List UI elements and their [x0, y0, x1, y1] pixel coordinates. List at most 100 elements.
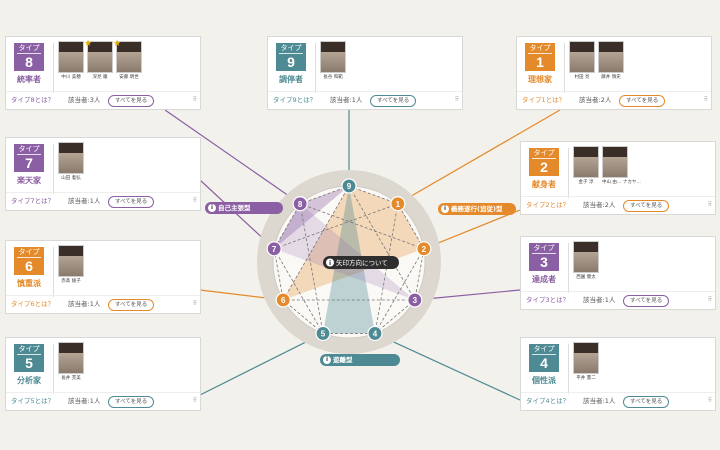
see-all-button[interactable]: すべてを見る	[108, 95, 155, 107]
see-all-button[interactable]: すべてを見る	[619, 95, 666, 107]
type-card-6[interactable]: タイプ 6 慎重派 赤髙 綾子 タイプ6とは？ 該当者:1人 すべてを見る ⠿	[5, 240, 201, 314]
divider	[53, 144, 54, 194]
see-all-button[interactable]: すべてを見る	[108, 299, 155, 311]
type-info-link[interactable]: タイプ4とは？	[526, 393, 569, 410]
resize-handle-icon[interactable]: ⠿	[708, 291, 712, 308]
node-label-1: 1	[396, 200, 401, 209]
member-photo	[569, 41, 595, 73]
direction-pill-2[interactable]: i 遊離型	[320, 354, 400, 366]
divider	[564, 43, 565, 93]
node-label-5: 5	[321, 329, 326, 338]
resize-handle-icon[interactable]: ⠿	[708, 392, 712, 409]
resize-handle-icon[interactable]: ⠿	[193, 91, 197, 108]
member[interactable]: 中川 美穂	[58, 41, 84, 80]
type-card-3[interactable]: タイプ 3 達成者 西園 健太 タイプ3とは？ 該当者:1人 すべてを見る ⠿	[520, 236, 716, 310]
photo-hair	[59, 343, 83, 353]
type-badge-number: 9	[279, 53, 303, 70]
member[interactable]: 赤髙 綾子	[58, 245, 84, 284]
type-info-link[interactable]: タイプ3とは？	[526, 292, 569, 309]
resize-handle-icon[interactable]: ⠿	[455, 91, 459, 108]
type-badge-label: タイプ	[18, 346, 40, 353]
member[interactable]: 金子 淳	[573, 146, 599, 185]
photo-hair	[574, 242, 598, 252]
resize-handle-icon[interactable]: ⠿	[193, 295, 197, 312]
member-count: 該当者:1人	[583, 397, 616, 405]
see-all-button[interactable]: すべてを見る	[623, 295, 670, 307]
member-count: 該当者:1人	[68, 197, 101, 205]
type-info-link[interactable]: タイプ7とは？	[11, 193, 54, 210]
photo-hair	[59, 143, 83, 153]
member-name: 長谷 和範	[323, 75, 343, 80]
see-all-button[interactable]: すべてを見る	[370, 95, 417, 107]
type-info-link[interactable]: タイプ8とは？	[11, 92, 54, 109]
node-label-7: 7	[272, 245, 277, 254]
member[interactable]: 西園 健太	[573, 241, 599, 280]
type-badge-number: 5	[17, 354, 41, 371]
photo-hair	[574, 343, 598, 353]
type-badge-number: 6	[17, 257, 41, 274]
see-all-button[interactable]: すべてを見る	[623, 396, 670, 408]
type-info-link[interactable]: タイプ6とは？	[11, 296, 54, 313]
member[interactable]: ★ 深見 瞳	[84, 39, 113, 80]
resize-handle-icon[interactable]: ⠿	[193, 392, 197, 409]
type-card-8[interactable]: タイプ 8 統率者 中川 美穂 ★ 深見 瞳 ★ 安藤 明世 タイプ8とは？ 該当者:3人 すべてを…	[5, 36, 201, 110]
resize-handle-icon[interactable]: ⠿	[708, 196, 712, 213]
type-badge-label: タイプ	[18, 45, 40, 52]
divider	[568, 148, 569, 198]
type-badge: タイプ 4	[529, 344, 559, 372]
member[interactable]: 長井 芙美	[58, 342, 84, 381]
node-label-9: 9	[347, 182, 352, 191]
see-all-button[interactable]: すべてを見る	[108, 396, 155, 408]
member[interactable]: 山田 着弘	[58, 142, 84, 181]
member-count: 該当者:1人	[583, 296, 616, 304]
type-card-1[interactable]: タイプ 1 理想家 村田 亮 藤井 慎史 タイプ1とは？ 該当者:2人 すべてを見る ⠿	[516, 36, 712, 110]
type-info-link[interactable]: タイプ2とは？	[526, 197, 569, 214]
card-footer: タイプ5とは？ 該当者:1人 すべてを見る ⠿	[6, 392, 200, 410]
type-badge: タイプ 9	[276, 43, 306, 71]
member-photo	[573, 241, 599, 273]
type-card-4[interactable]: タイプ 4 個性派 平井 憲二 タイプ4とは？ 該当者:1人 すべてを見る ⠿	[520, 337, 716, 411]
member[interactable]: 平井 憲二	[573, 342, 599, 381]
member-count: 該当者:1人	[330, 96, 363, 104]
resize-handle-icon[interactable]: ⠿	[704, 91, 708, 108]
node-label-2: 2	[422, 245, 427, 254]
divider	[568, 243, 569, 293]
member[interactable]: 長谷 和範	[320, 41, 346, 80]
card-footer: タイプ4とは？ 該当者:1人 すべてを見る ⠿	[521, 392, 715, 410]
direction-pill-1[interactable]: i 義務遂行(追従)型	[438, 203, 516, 215]
type-name: 統率者	[17, 75, 41, 84]
type-name: 理想家	[528, 75, 552, 84]
connector-line-5	[189, 332, 324, 401]
divider	[53, 43, 54, 93]
photo-hair	[59, 42, 83, 52]
card-footer: タイプ2とは？ 該当者:2人 すべてを見る ⠿	[521, 196, 715, 214]
member-count: 該当者:2人	[583, 201, 616, 209]
see-all-button[interactable]: すべてを見る	[108, 196, 155, 208]
type-card-9[interactable]: タイプ 9 調停者 長谷 和範 タイプ9とは？ 該当者:1人 すべてを見る ⠿	[267, 36, 463, 110]
type-info-link[interactable]: タイプ1とは？	[522, 92, 565, 109]
type-card-2[interactable]: タイプ 2 献身者 金子 淳 中山 由… ナカヤ… タイプ2とは？ 該当者:2人 すべてを見る…	[520, 141, 716, 215]
type-badge: タイプ 6	[14, 247, 44, 275]
card-footer: タイプ8とは？ 該当者:3人 すべてを見る ⠿	[6, 91, 200, 109]
type-name: 楽天家	[17, 176, 41, 185]
divider	[568, 344, 569, 394]
type-name: 分析家	[17, 376, 41, 385]
member[interactable]: 中山 由… ナカヤ…	[602, 146, 641, 185]
type-info-link[interactable]: タイプ5とは？	[11, 393, 54, 410]
direction-pill-0[interactable]: i 自己主張型	[205, 202, 283, 214]
see-all-button[interactable]: すべてを見る	[623, 200, 670, 212]
direction-label: 遊離型	[333, 356, 353, 364]
type-badge: タイプ 5	[14, 344, 44, 372]
member[interactable]: 村田 亮	[569, 41, 595, 80]
type-badge: タイプ 8	[14, 43, 44, 71]
member[interactable]: 藤井 慎史	[598, 41, 624, 80]
member[interactable]: ★ 安藤 明世	[113, 39, 142, 80]
resize-handle-icon[interactable]: ⠿	[193, 192, 197, 209]
type-info-link[interactable]: タイプ9とは？	[273, 92, 316, 109]
type-card-7[interactable]: タイプ 7 楽天家 山田 着弘 タイプ7とは？ 該当者:1人 すべてを見る ⠿	[5, 137, 201, 211]
type-card-5[interactable]: タイプ 5 分析家 長井 芙美 タイプ5とは？ 該当者:1人 すべてを見る ⠿	[5, 337, 201, 411]
member-photo	[602, 146, 628, 178]
divider	[53, 247, 54, 297]
photo-hair	[574, 147, 598, 157]
member-photo	[573, 342, 599, 374]
